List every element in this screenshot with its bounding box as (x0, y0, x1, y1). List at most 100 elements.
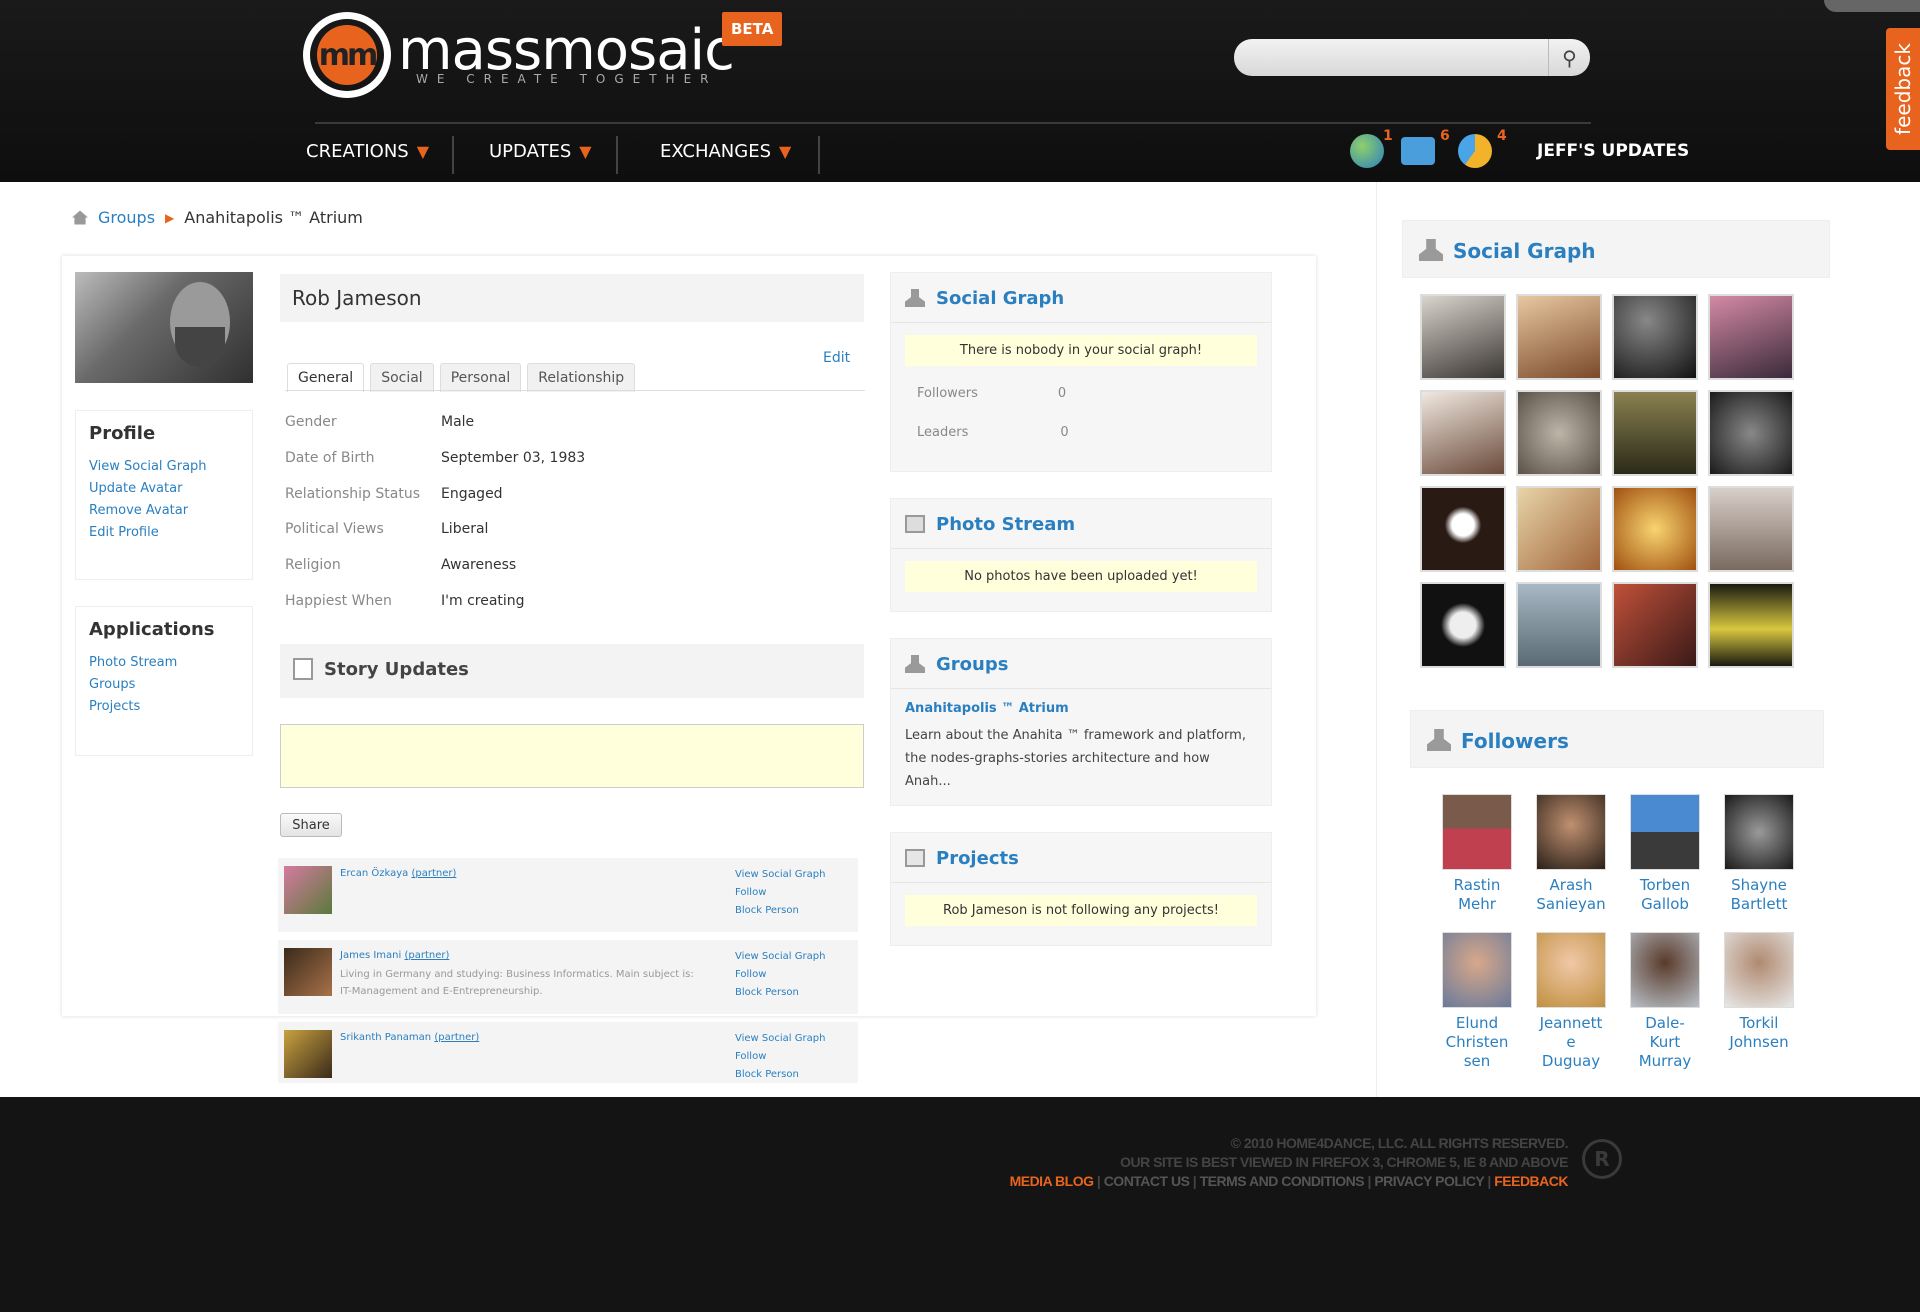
story-author-tag[interactable]: (partner) (434, 1032, 479, 1043)
follower-avatar[interactable] (1442, 932, 1512, 1008)
follower-avatar[interactable] (1442, 794, 1512, 870)
story-author-name[interactable]: James Imani (340, 950, 401, 961)
follower-item[interactable]: Shayne Bartlett (1712, 794, 1806, 914)
follower-avatar[interactable] (1630, 794, 1700, 870)
story-author[interactable]: Ercan Özkaya (partner) (340, 868, 456, 879)
privacy-policy-link[interactable]: PRIVACY POLICY (1374, 1173, 1484, 1189)
follower-item[interactable]: Jeannette Duguay (1524, 932, 1618, 1071)
follow-link[interactable]: Follow (735, 966, 825, 984)
follow-link[interactable]: Follow (735, 1048, 825, 1066)
block-person-link[interactable]: Block Person (735, 984, 825, 1002)
nav-updates[interactable]: UPDATES ▼ (489, 130, 592, 172)
tab-relationship[interactable]: Relationship (527, 363, 636, 392)
follower-item[interactable]: Torkil Johnsen (1712, 932, 1806, 1071)
social-graph-widget-title[interactable]: Social Graph (936, 288, 1064, 309)
globe-icon[interactable] (1350, 134, 1384, 168)
search-icon[interactable]: ⚲ (1548, 39, 1590, 76)
block-person-link[interactable]: Block Person (735, 1066, 825, 1083)
follow-link[interactable]: Follow (735, 884, 825, 902)
right-social-graph-title[interactable]: Social Graph (1453, 239, 1596, 263)
edit-profile-button[interactable]: Edit (823, 350, 850, 366)
follower-name[interactable]: Rastin Mehr (1442, 876, 1512, 914)
photo-thumbnail[interactable] (1516, 294, 1602, 380)
feedback-link[interactable]: FEEDBACK (1494, 1173, 1568, 1189)
photo-stream-widget-title[interactable]: Photo Stream (936, 514, 1075, 535)
right-followers-title[interactable]: Followers (1461, 729, 1569, 753)
follower-item[interactable]: Dale-Kurt Murray (1618, 932, 1712, 1071)
follower-item[interactable]: Rastin Mehr (1430, 794, 1524, 914)
follower-avatar[interactable] (1724, 794, 1794, 870)
follower-name[interactable]: Jeannette Duguay (1536, 1014, 1606, 1071)
media-blog-link[interactable]: MEDIA BLOG (1010, 1173, 1094, 1189)
photo-thumbnail[interactable] (1708, 390, 1794, 476)
group-link[interactable]: Anahitapolis ™ Atrium (891, 689, 1271, 720)
projects-widget-title[interactable]: Projects (936, 848, 1019, 869)
chat-bubble-icon[interactable] (1401, 137, 1435, 165)
photo-thumbnail[interactable] (1612, 486, 1698, 572)
remove-avatar-link[interactable]: Remove Avatar (76, 500, 252, 522)
photo-thumbnail[interactable] (1612, 582, 1698, 668)
photo-thumbnail[interactable] (1708, 582, 1794, 668)
photo-thumbnail[interactable] (1516, 390, 1602, 476)
projects-link[interactable]: Projects (76, 696, 252, 718)
photo-thumbnail[interactable] (1612, 294, 1698, 380)
story-author[interactable]: Srikanth Panaman (partner) (340, 1032, 479, 1043)
story-author-name[interactable]: Srikanth Panaman (340, 1032, 431, 1043)
follower-avatar[interactable] (1630, 932, 1700, 1008)
follower-item[interactable]: Arash Sanieyan (1524, 794, 1618, 914)
photo-thumbnail[interactable] (1516, 582, 1602, 668)
follower-name[interactable]: Shayne Bartlett (1724, 876, 1794, 914)
photo-thumbnail[interactable] (1516, 486, 1602, 572)
search-input[interactable] (1250, 46, 1540, 68)
story-author-tag[interactable]: (partner) (404, 950, 449, 961)
follower-name[interactable]: Dale-Kurt Murray (1630, 1014, 1700, 1071)
photo-thumbnail[interactable] (1420, 294, 1506, 380)
follower-item[interactable]: Elund Christen sen (1430, 932, 1524, 1071)
groups-link[interactable]: Groups (76, 674, 252, 696)
tab-social[interactable]: Social (370, 363, 434, 392)
follower-avatar[interactable] (1724, 932, 1794, 1008)
view-social-graph-link[interactable]: View Social Graph (735, 1030, 825, 1048)
follower-name[interactable]: Elund Christen sen (1442, 1014, 1512, 1071)
tab-general[interactable]: General (287, 363, 365, 392)
story-input[interactable] (280, 724, 864, 788)
photo-thumbnail[interactable] (1708, 486, 1794, 572)
view-social-graph-link[interactable]: View Social Graph (735, 948, 825, 966)
user-updates-link[interactable]: JEFF'S UPDATES (1537, 141, 1689, 161)
follower-name[interactable]: Torkil Johnsen (1724, 1014, 1794, 1052)
home-icon[interactable] (72, 210, 88, 225)
photo-thumbnail[interactable] (1708, 294, 1794, 380)
update-avatar-link[interactable]: Update Avatar (76, 478, 252, 500)
story-author-name[interactable]: Ercan Özkaya (340, 868, 408, 879)
follower-avatar[interactable] (1536, 794, 1606, 870)
feedback-tab[interactable]: feedback (1886, 28, 1920, 150)
photo-thumbnail[interactable] (1420, 486, 1506, 572)
groups-widget-title[interactable]: Groups (936, 654, 1008, 675)
story-author-tag[interactable]: (partner) (411, 868, 456, 879)
share-button[interactable]: Share (280, 813, 342, 837)
photo-thumbnail[interactable] (1420, 390, 1506, 476)
story-avatar[interactable] (284, 1030, 332, 1078)
edit-profile-link[interactable]: Edit Profile (76, 522, 252, 544)
pie-chart-icon[interactable] (1458, 134, 1492, 168)
photo-thumbnail[interactable] (1612, 390, 1698, 476)
photo-thumbnail[interactable] (1420, 582, 1506, 668)
tab-personal[interactable]: Personal (439, 363, 522, 392)
photo-stream-link[interactable]: Photo Stream (76, 652, 252, 674)
logo-mark[interactable]: mm (303, 12, 391, 98)
follower-name[interactable]: Arash Sanieyan (1536, 876, 1606, 914)
nav-exchanges[interactable]: EXCHANGES ▼ (660, 130, 791, 172)
follower-avatar[interactable] (1536, 932, 1606, 1008)
story-avatar[interactable] (284, 948, 332, 996)
terms-link[interactable]: TERMS AND CONDITIONS (1200, 1173, 1365, 1189)
story-author[interactable]: James Imani (partner) (340, 950, 449, 961)
view-social-graph-link[interactable]: View Social Graph (76, 456, 252, 478)
block-person-link[interactable]: Block Person (735, 902, 825, 920)
story-avatar[interactable] (284, 866, 332, 914)
nav-creations[interactable]: CREATIONS ▼ (306, 130, 429, 172)
view-social-graph-link[interactable]: View Social Graph (735, 866, 825, 884)
follower-name[interactable]: Torben Gallob (1630, 876, 1700, 914)
follower-item[interactable]: Torben Gallob (1618, 794, 1712, 914)
contact-us-link[interactable]: CONTACT US (1104, 1173, 1190, 1189)
breadcrumb-groups[interactable]: Groups (98, 208, 155, 227)
